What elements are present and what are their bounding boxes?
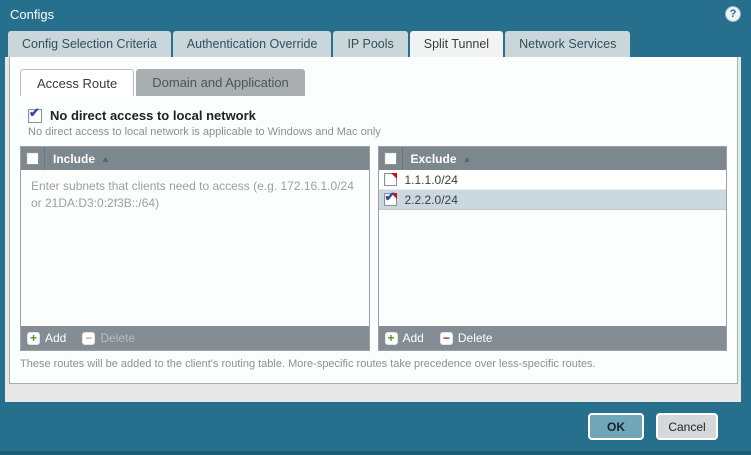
exclude-column-label[interactable]: Exclude [411,152,457,166]
split-tunnel-content: Access Route Domain and Application ✔ No… [9,57,738,384]
include-panel: Include ▲ Enter subnets that clients nee… [20,146,370,351]
include-delete-label: Delete [100,331,135,345]
exclude-list[interactable]: 1.1.1.0/24 ✔ 2.2.2.0/24 [379,170,727,326]
exclude-add-button[interactable]: + Add [385,331,424,345]
checkmark-icon: ✔ [29,106,40,120]
exclude-row-2-checkbox[interactable]: ✔ [384,193,397,206]
cancel-button[interactable]: Cancel [656,413,718,440]
include-header: Include ▲ [21,147,369,170]
exclude-header: Exclude ▲ [379,147,727,170]
delete-icon: − [82,332,95,345]
exclude-select-all-wrap [379,147,403,170]
no-direct-access-hint: No direct access to local network is app… [28,126,737,138]
bottom-bar: OK Cancel [0,402,751,455]
exclude-row-2[interactable]: ✔ 2.2.2.0/24 [379,190,727,210]
exclude-row-1-checkbox[interactable] [384,173,397,186]
no-direct-access-checkbox[interactable]: ✔ [28,109,42,123]
include-column-label[interactable]: Include [53,152,95,166]
main-tab-bar: Config Selection Criteria Authentication… [0,28,751,57]
tab-split-tunnel[interactable]: Split Tunnel [410,31,503,57]
exclude-add-label: Add [403,331,424,345]
delete-icon: − [440,332,453,345]
include-add-button[interactable]: + Add [27,331,66,345]
checkmark-icon: ✔ [385,190,396,204]
sort-asc-icon[interactable]: ▲ [101,154,110,164]
sub-tab-bar: Access Route Domain and Application [20,69,737,96]
tab-config-selection-criteria[interactable]: Config Selection Criteria [8,31,171,57]
include-delete-button[interactable]: − Delete [82,331,135,345]
content-margin: Access Route Domain and Application ✔ No… [5,57,741,402]
tab-ip-pools[interactable]: IP Pools [333,31,407,57]
exclude-row-2-value[interactable]: 2.2.2.0/24 [405,193,458,207]
include-select-all-checkbox[interactable] [26,152,39,165]
routing-note: These routes will be added to the client… [20,358,727,370]
no-direct-access-row: ✔ No direct access to local network [28,108,737,123]
include-placeholder: Enter subnets that clients need to acces… [21,170,369,221]
route-panels: Include ▲ Enter subnets that clients nee… [20,146,727,351]
help-icon[interactable]: ? [725,6,741,22]
sort-asc-icon[interactable]: ▲ [463,154,472,164]
exclude-row-1[interactable]: 1.1.1.0/24 [379,170,727,190]
dialog-body: Access Route Domain and Application ✔ No… [0,57,751,402]
exclude-delete-label: Delete [458,331,493,345]
add-icon: + [27,332,40,345]
include-add-label: Add [45,331,66,345]
configs-dialog: Configs ? Config Selection Criteria Auth… [0,0,751,455]
exclude-delete-button[interactable]: − Delete [440,331,493,345]
include-select-all-wrap [21,147,45,170]
subtab-domain-and-application[interactable]: Domain and Application [136,69,305,96]
exclude-row-1-value[interactable]: 1.1.1.0/24 [405,173,458,187]
exclude-toolbar: + Add − Delete [379,326,727,350]
dialog-title: Configs [10,7,54,22]
tab-network-services[interactable]: Network Services [505,31,630,57]
include-toolbar: + Add − Delete [21,326,369,350]
no-direct-access-label[interactable]: No direct access to local network [50,108,256,123]
title-bar: Configs ? [0,0,751,28]
exclude-select-all-checkbox[interactable] [384,152,397,165]
subtab-access-route[interactable]: Access Route [20,69,134,96]
add-icon: + [385,332,398,345]
tab-authentication-override[interactable]: Authentication Override [173,31,332,57]
ok-button[interactable]: OK [588,413,644,440]
exclude-panel: Exclude ▲ 1.1.1.0/24 ✔ [378,146,728,351]
include-list[interactable]: Enter subnets that clients need to acces… [21,170,369,326]
